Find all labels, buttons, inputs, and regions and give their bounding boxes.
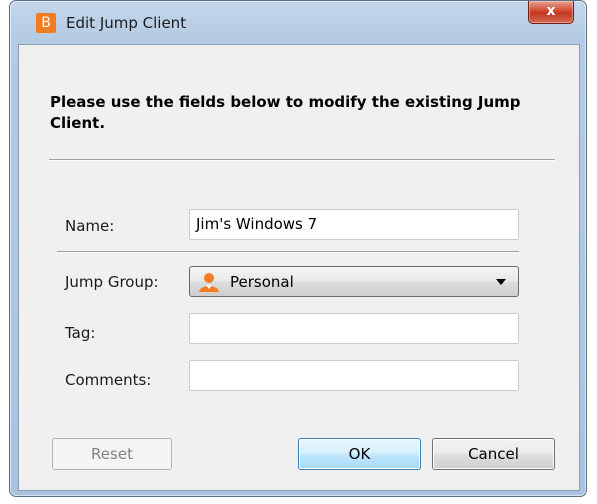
title-bar[interactable]: B Edit Jump Client x [10,1,586,43]
reset-button[interactable]: Reset [52,438,172,470]
name-divider [57,251,519,253]
jump-group-value: Personal [230,273,294,291]
window-title: Edit Jump Client [66,14,187,32]
cancel-button[interactable]: Cancel [432,438,555,470]
name-field[interactable]: Jim's Windows 7 [189,209,519,240]
tag-label: Tag: [65,324,96,342]
close-button[interactable]: x [528,1,574,24]
comments-field[interactable] [189,360,519,391]
name-label: Name: [65,217,115,235]
top-divider [49,159,555,161]
jump-group-select[interactable]: Personal [189,266,519,297]
chevron-down-icon[interactable] [496,279,506,285]
tag-field[interactable] [189,313,519,344]
ok-button[interactable]: OK [298,438,421,470]
edit-jump-client-dialog: B Edit Jump Client x Please use the fiel… [9,0,587,497]
person-icon [199,273,219,292]
comments-label: Comments: [65,371,152,389]
dialog-body: Please use the fields below to modify th… [18,44,580,491]
instruction-text: Please use the fields below to modify th… [50,93,521,132]
jump-group-label: Jump Group: [65,273,159,291]
app-logo-icon: B [36,13,56,33]
